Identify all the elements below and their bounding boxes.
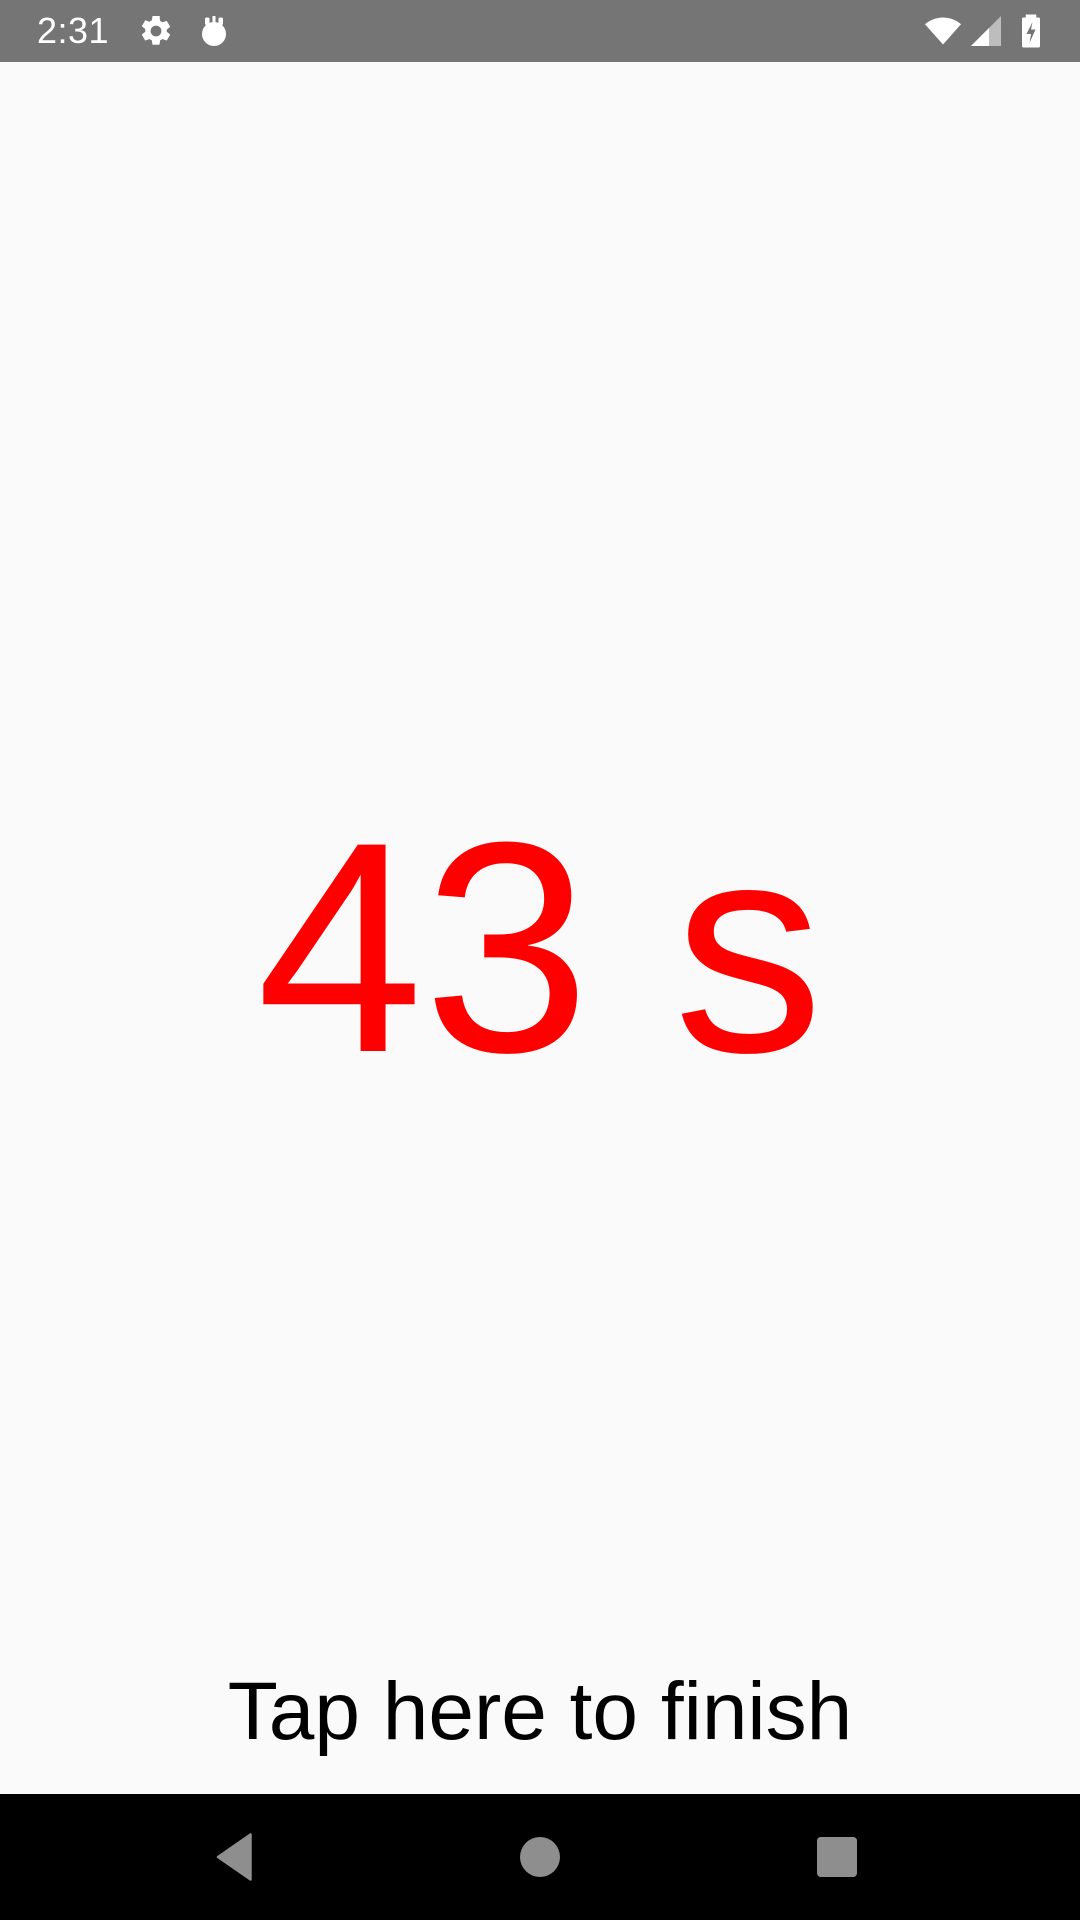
wifi-icon <box>922 13 964 49</box>
home-icon[interactable] <box>510 1827 570 1887</box>
battery-charging-icon <box>1013 13 1049 49</box>
recents-icon[interactable] <box>807 1827 867 1887</box>
settings-icon <box>138 13 174 49</box>
back-icon[interactable] <box>208 1827 268 1887</box>
navigation-bar <box>0 1794 1080 1920</box>
notification-icon <box>196 13 232 49</box>
cell-signal-icon <box>968 13 1004 49</box>
screen: 2:31 43 s Tap here to finish <box>0 0 1080 1920</box>
countdown-timer: 43 s <box>256 779 824 1115</box>
finish-button[interactable]: Tap here to finish <box>0 1642 1080 1782</box>
status-bar: 2:31 <box>0 0 1080 62</box>
status-time: 2:31 <box>37 10 110 51</box>
timer-screen: 43 s Tap here to finish <box>0 62 1080 1794</box>
